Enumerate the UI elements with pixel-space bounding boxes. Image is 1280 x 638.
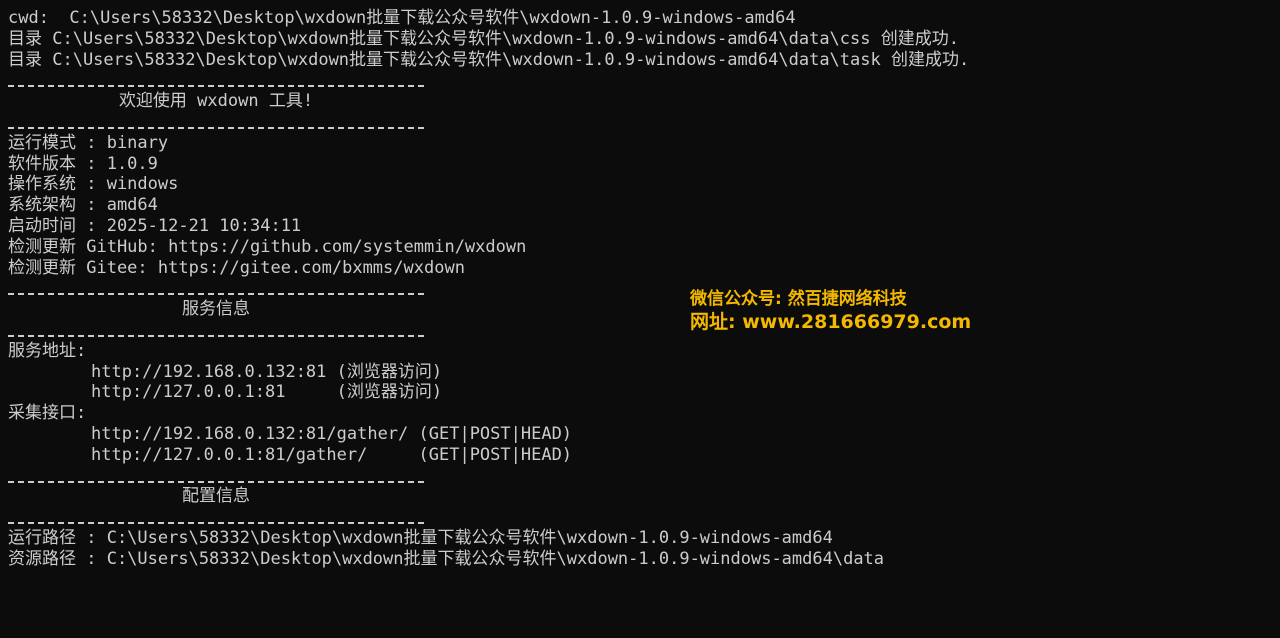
divider: [8, 278, 424, 299]
watermark-overlay: 微信公众号: 然百捷网络科技 网址: www.281666979.com: [690, 288, 971, 334]
watermark-wechat-account: 微信公众号: 然百捷网络科技: [690, 289, 907, 309]
gather-api-local: http://127.0.0.1:81/gather/ (GET|POST|HE…: [91, 444, 573, 465]
divider: [8, 507, 424, 528]
service-address-lan: http://192.168.0.132:81 (浏览器访问): [91, 361, 443, 382]
welcome-heading: 欢迎使用 wxdown 工具!: [118, 91, 314, 112]
divider: [8, 70, 424, 91]
config-info-heading: 配置信息: [182, 486, 250, 507]
resource-path-line: 资源路径 : C:\Users\58332\Desktop\wxdown批量下载…: [8, 548, 885, 569]
run-path-line: 运行路径 : C:\Users\58332\Desktop\wxdown批量下载…: [8, 527, 833, 548]
dir-created-css-line: 目录 C:\Users\58332\Desktop\wxdown批量下载公众号软…: [8, 28, 959, 49]
dir-created-task-line: 目录 C:\Users\58332\Desktop\wxdown批量下载公众号软…: [8, 49, 970, 70]
start-time-line: 启动时间 : 2025-12-21 10:34:11: [8, 215, 302, 236]
os-line: 操作系统 : windows: [8, 174, 179, 195]
service-info-heading: 服务信息: [182, 299, 250, 320]
service-address-label: 服务地址:: [8, 340, 87, 361]
version-line: 软件版本 : 1.0.9: [8, 153, 158, 174]
gather-api-lan: http://192.168.0.132:81/gather/ (GET|POS…: [91, 423, 573, 444]
arch-line: 系统架构 : amd64: [8, 195, 158, 216]
divider: [8, 320, 424, 341]
terminal-output[interactable]: cwd: C:\Users\58332\Desktop\wxdown批量下载公众…: [8, 8, 1280, 638]
divider: [8, 112, 424, 133]
update-github-line: 检测更新 GitHub: https://github.com/systemmi…: [8, 236, 527, 257]
cwd-line: cwd: C:\Users\58332\Desktop\wxdown批量下载公众…: [8, 8, 796, 28]
run-mode-line: 运行模式 : binary: [8, 132, 169, 153]
gather-api-label: 采集接口:: [8, 403, 87, 424]
watermark-website: 网址: www.281666979.com: [690, 311, 972, 333]
divider: [8, 466, 424, 487]
update-gitee-line: 检测更新 Gitee: https://gitee.com/bxmms/wxdo…: [8, 257, 465, 278]
service-address-local: http://127.0.0.1:81 (浏览器访问): [91, 382, 443, 403]
